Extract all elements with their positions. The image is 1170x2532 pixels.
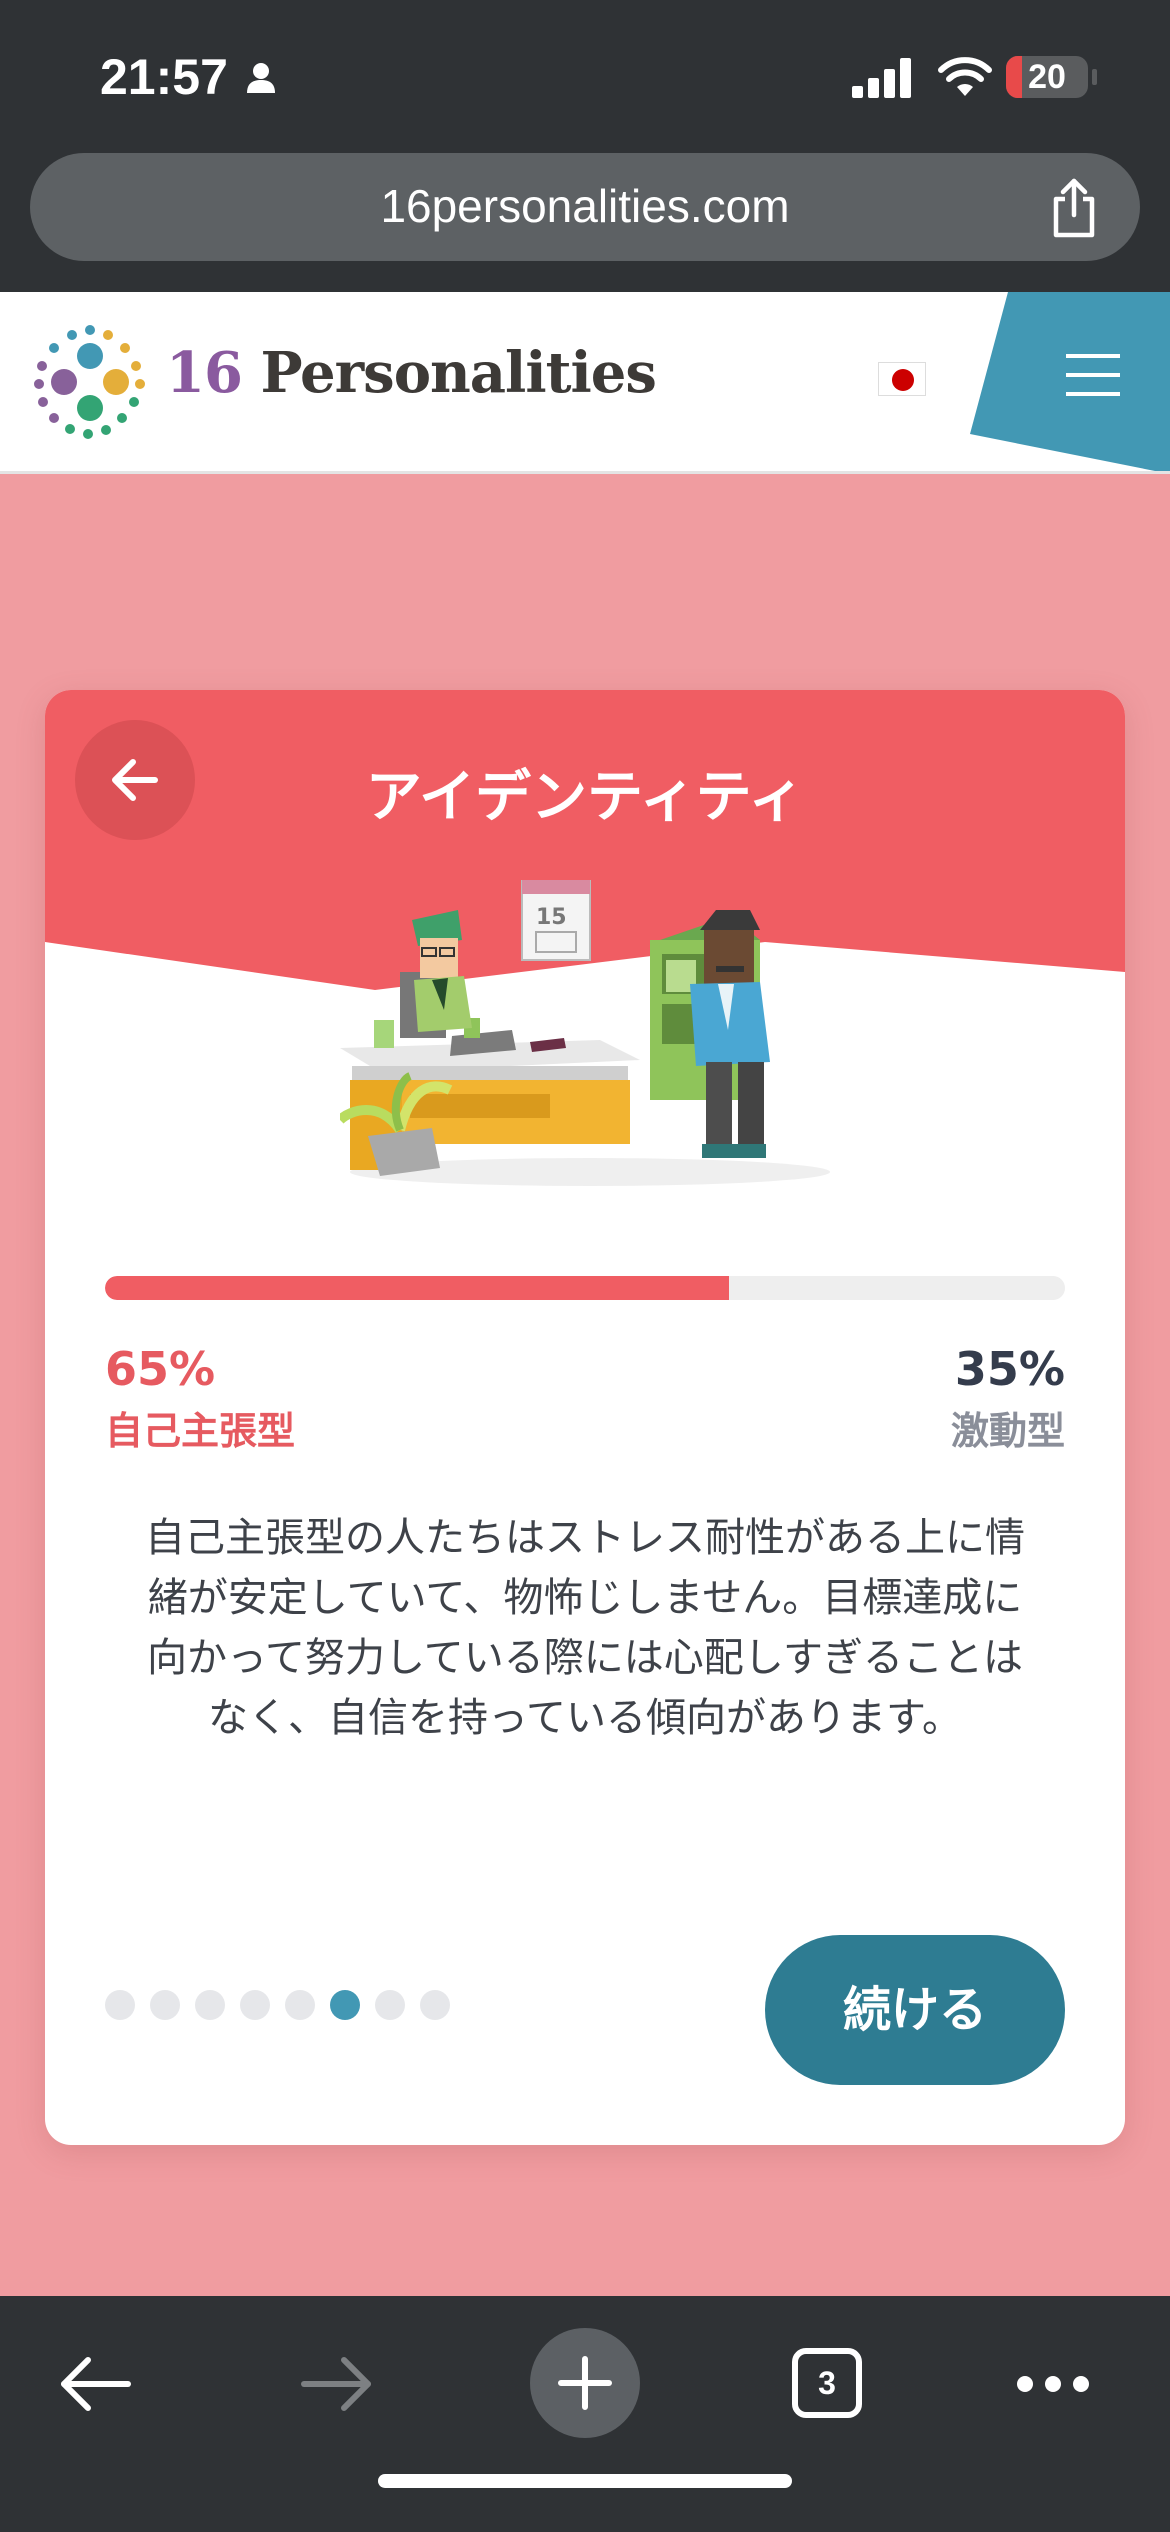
turbulent-label: 激動型: [950, 1409, 1065, 1453]
description-line: なく、自信を持っている傾向があります。: [208, 1695, 962, 1741]
trait-description: 自己主張型の人たちはストレス耐性がある上に情 緒が安定していて、物怖じしません。…: [115, 1508, 1055, 1748]
home-indicator: [378, 2474, 792, 2488]
trait-card: アイデンティティ 15 65% 自己主張型 35% 激動型 自己主張型の人たちは…: [45, 690, 1125, 2145]
new-tab-button[interactable]: [530, 2328, 640, 2438]
back-arrow-icon[interactable]: [58, 2356, 132, 2412]
svg-text:15: 15: [536, 905, 567, 930]
assertive-label: 自己主張型: [105, 1409, 296, 1453]
signal-icon: [852, 58, 911, 98]
assertive-percent: 65%: [105, 1342, 216, 1396]
turbulent-percent: 35%: [954, 1342, 1065, 1396]
site-header: 16 Personalities: [0, 292, 1170, 474]
pagination-dot: [150, 1990, 180, 2020]
pagination-dot: [420, 1990, 450, 2020]
url-text: 16personalities.com: [380, 180, 790, 232]
description-line: 緒が安定していて、物怖じしません。目標達成に: [147, 1575, 1023, 1621]
pagination-dot: [375, 1990, 405, 2020]
tabs-button[interactable]: 3: [792, 2348, 862, 2418]
office-illustration: 15: [340, 880, 830, 1186]
battery-nub: [1092, 69, 1097, 85]
pagination-dot: [105, 1990, 135, 2020]
brand-number: 16: [166, 340, 243, 406]
pagination-dot: [285, 1990, 315, 2020]
browser-url-area: 16personalities.com: [0, 150, 1170, 292]
battery-icon: 20: [1006, 56, 1088, 98]
forward-arrow-icon[interactable]: [300, 2356, 374, 2412]
person-icon: [247, 63, 275, 93]
pagination-dot: [240, 1990, 270, 2020]
wifi-icon: [938, 57, 992, 96]
description-line: 向かって努力している際には心配しすぎることは: [147, 1635, 1023, 1681]
url-bar[interactable]: 16personalities.com: [30, 153, 1140, 261]
progress-bar: [105, 1276, 1065, 1300]
brand-name[interactable]: 16 Personalities: [166, 340, 657, 406]
browser-toolbar: 3: [0, 2296, 1170, 2532]
status-time: 21:57: [100, 49, 228, 105]
more-icon[interactable]: [1016, 2374, 1090, 2394]
description-line: 自己主張型の人たちはストレス耐性がある上に情: [145, 1515, 1025, 1561]
continue-button[interactable]: 続ける: [765, 1935, 1065, 2085]
battery-level: 20: [1028, 58, 1066, 96]
plus-icon: [558, 2356, 612, 2410]
pagination-dot-active: [330, 1990, 360, 2020]
brand-text: Personalities: [260, 340, 656, 406]
pagination-dot: [195, 1990, 225, 2020]
card-title: アイデンティティ: [365, 765, 805, 830]
hamburger-menu-icon[interactable]: [1066, 354, 1120, 396]
share-icon[interactable]: [1048, 177, 1100, 239]
japan-flag-icon[interactable]: [878, 362, 926, 396]
progress-fill: [105, 1276, 729, 1300]
logo-icon[interactable]: [30, 322, 150, 442]
status-bar: 21:57 20: [0, 0, 1170, 150]
